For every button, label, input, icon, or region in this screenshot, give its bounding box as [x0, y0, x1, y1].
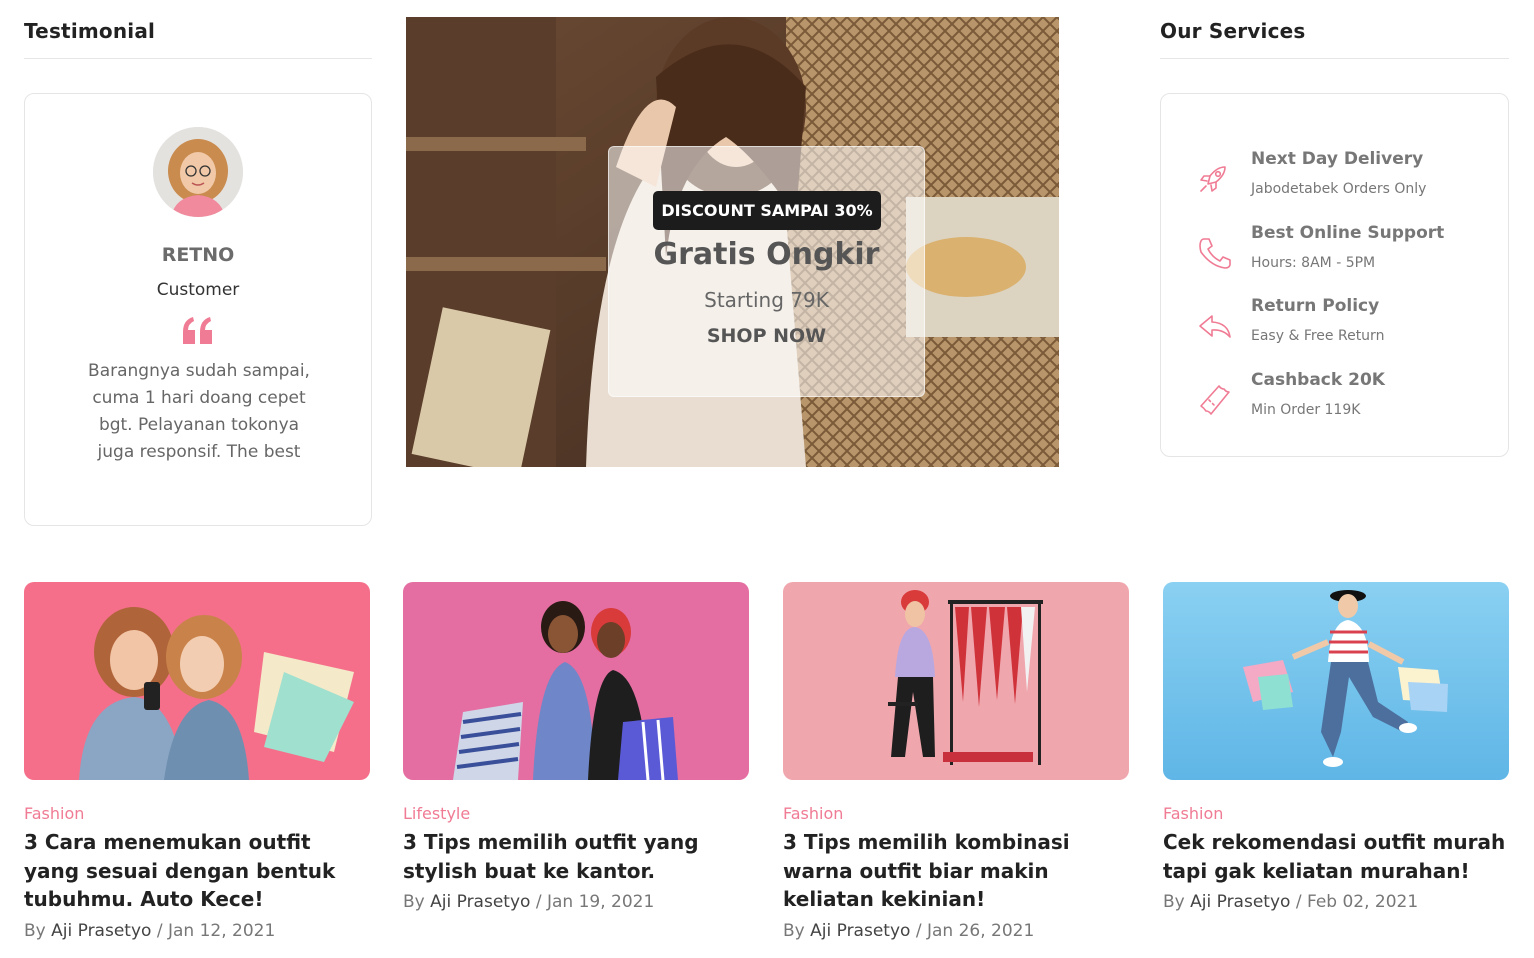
post-author-link[interactable]: Aji Prasetyo: [430, 892, 530, 912]
return-arrow-icon: [1195, 306, 1235, 346]
service-item: Best Online Support Hours: 8AM - 5PM: [1195, 223, 1495, 283]
service-title: Cashback 20K: [1251, 370, 1385, 390]
post-meta-separator: /: [535, 892, 542, 912]
service-item: Return Policy Easy & Free Return: [1195, 296, 1495, 356]
post-meta-separator: /: [1295, 892, 1302, 912]
phone-icon: [1195, 233, 1235, 273]
blog-post-image[interactable]: [783, 582, 1129, 780]
post-title-link[interactable]: 3 Cara menemukan outfit yang sesuai deng…: [24, 828, 370, 914]
shop-now-link[interactable]: SHOP NOW: [609, 325, 924, 347]
service-item: Cashback 20K Min Order 119K: [1195, 370, 1495, 430]
rocket-icon: [1195, 159, 1235, 199]
testimonial-heading: Testimonial: [24, 19, 156, 43]
post-title-link[interactable]: 3 Tips memilih outfit yang stylish buat …: [403, 828, 749, 885]
post-meta: By Aji Prasetyo / Feb 02, 2021: [1163, 892, 1418, 912]
ticket-icon: [1195, 380, 1235, 420]
service-title: Return Policy: [1251, 296, 1380, 316]
post-date: Feb 02, 2021: [1306, 892, 1419, 912]
customer-name: RETNO: [161, 244, 235, 266]
post-meta-separator: /: [915, 921, 922, 941]
services-heading-divider: [1160, 58, 1509, 59]
promo-banner[interactable]: DISCOUNT SAMPAI 30% Gratis Ongkir Starti…: [406, 17, 1059, 467]
customer-avatar: [153, 127, 243, 217]
post-by-label: By: [24, 921, 46, 941]
post-author-link[interactable]: Aji Prasetyo: [51, 921, 151, 941]
post-category-link[interactable]: Fashion: [783, 804, 843, 823]
post-meta: By Aji Prasetyo / Jan 26, 2021: [783, 921, 1034, 941]
service-subtitle: Easy & Free Return: [1251, 328, 1385, 344]
post-author-link[interactable]: Aji Prasetyo: [1190, 892, 1290, 912]
post-author-link[interactable]: Aji Prasetyo: [810, 921, 910, 941]
customer-role: Customer: [156, 280, 240, 300]
blog-post-image[interactable]: [403, 582, 749, 780]
post-category-link[interactable]: Lifestyle: [403, 804, 470, 823]
blog-post-card[interactable]: Fashion 3 Cara menemukan outfit yang ses…: [24, 582, 370, 941]
post-title-link[interactable]: 3 Tips memilih kombinasi warna outfit bi…: [783, 828, 1129, 914]
blog-post-card[interactable]: Lifestyle 3 Tips memilih outfit yang sty…: [403, 582, 749, 912]
post-title-link[interactable]: Cek rekomendasi outfit murah tapi gak ke…: [1163, 828, 1509, 885]
promo-subtitle: Starting 79K: [704, 288, 829, 312]
discount-badge: DISCOUNT SAMPAI 30%: [653, 191, 881, 230]
blog-post-image[interactable]: [24, 582, 370, 780]
post-meta-separator: /: [156, 921, 163, 941]
service-subtitle: Hours: 8AM - 5PM: [1251, 255, 1376, 271]
testimonial-heading-divider: [24, 58, 372, 59]
promo-title: Gratis Ongkir: [653, 237, 880, 272]
testimonial-card: RETNO Customer Barangnya sudah sampai, c…: [24, 93, 372, 526]
blog-post-card[interactable]: Fashion Cek rekomendasi outfit murah tap…: [1163, 582, 1509, 912]
service-subtitle: Jabodetabek Orders Only: [1251, 181, 1427, 197]
post-date: Jan 26, 2021: [926, 921, 1035, 941]
service-title: Next Day Delivery: [1251, 149, 1424, 169]
service-subtitle: Min Order 119K: [1251, 402, 1361, 418]
blog-post-card[interactable]: Fashion 3 Tips memilih kombinasi warna o…: [783, 582, 1129, 941]
post-by-label: By: [403, 892, 425, 912]
post-by-label: By: [1163, 892, 1185, 912]
testimonial-quote-text: Barangnya sudah sampai, cuma 1 hari doan…: [88, 361, 310, 462]
post-category-link[interactable]: Fashion: [1163, 804, 1223, 823]
post-date: Jan 19, 2021: [546, 892, 655, 912]
post-category-link[interactable]: Fashion: [24, 804, 84, 823]
post-meta: By Aji Prasetyo / Jan 19, 2021: [403, 892, 654, 912]
post-by-label: By: [783, 921, 805, 941]
quote-icon: [181, 316, 215, 346]
services-heading: Our Services: [1160, 19, 1306, 43]
post-date: Jan 12, 2021: [167, 921, 276, 941]
service-item: Next Day Delivery Jabodetabek Orders Onl…: [1195, 149, 1495, 209]
post-meta: By Aji Prasetyo / Jan 12, 2021: [24, 921, 275, 941]
blog-post-image[interactable]: [1163, 582, 1509, 780]
promo-overlay: DISCOUNT SAMPAI 30% Gratis Ongkir Starti…: [608, 146, 925, 397]
service-title: Best Online Support: [1251, 223, 1445, 243]
services-card: Next Day Delivery Jabodetabek Orders Onl…: [1160, 93, 1509, 457]
